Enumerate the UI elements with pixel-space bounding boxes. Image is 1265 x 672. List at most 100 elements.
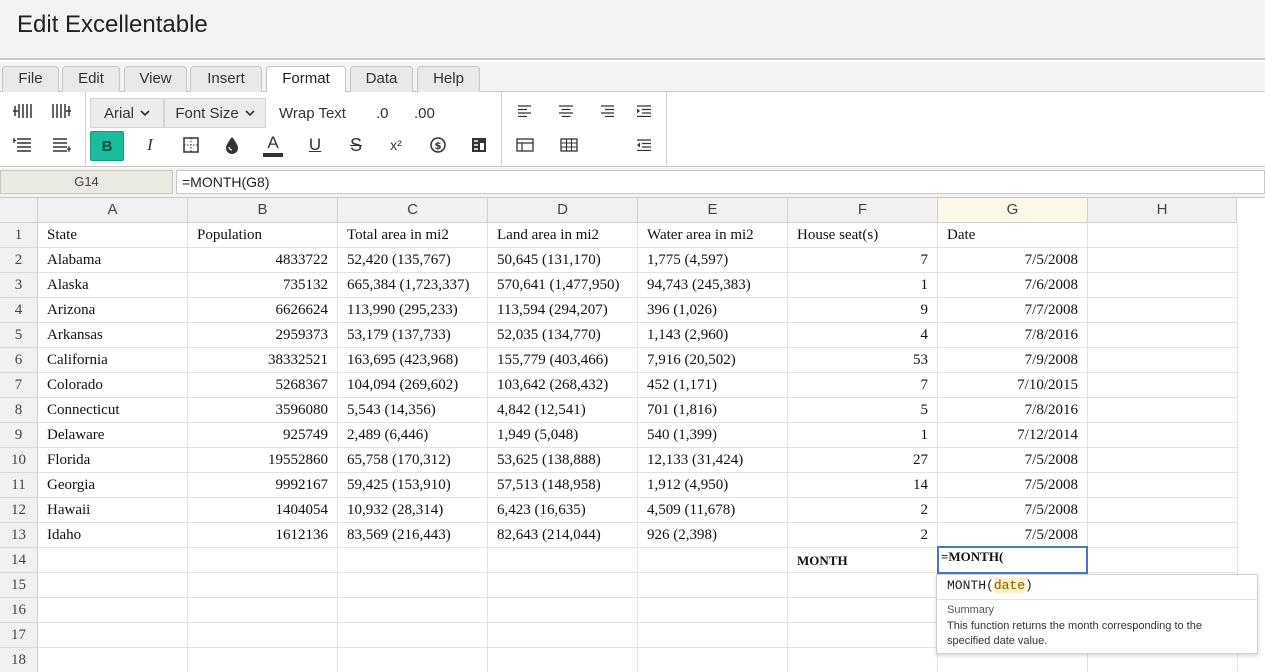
- table-cell[interactable]: [1088, 373, 1238, 398]
- table-cell[interactable]: [638, 598, 788, 623]
- indent-icon[interactable]: [627, 96, 661, 126]
- column-header-f[interactable]: F: [788, 198, 938, 223]
- insert-row-below-icon[interactable]: [44, 130, 78, 160]
- tab-file[interactable]: File: [2, 66, 59, 92]
- table-cell[interactable]: [188, 548, 338, 573]
- table-cell[interactable]: 14: [788, 473, 938, 498]
- column-header-b[interactable]: B: [188, 198, 338, 223]
- align-center-icon[interactable]: [549, 96, 583, 126]
- table-cell[interactable]: Idaho: [38, 523, 188, 548]
- table-cell[interactable]: 1,775 (4,597): [638, 248, 788, 273]
- table-cell[interactable]: [38, 598, 188, 623]
- table-cell[interactable]: [338, 573, 488, 598]
- text-color-button[interactable]: A: [256, 130, 290, 160]
- table-cell[interactable]: 9: [788, 298, 938, 323]
- table-cell[interactable]: Florida: [38, 448, 188, 473]
- table-cell[interactable]: 113,990 (295,233): [338, 298, 488, 323]
- table-cell[interactable]: 570,641 (1,477,950): [488, 273, 638, 298]
- table-cell[interactable]: 83,569 (216,443): [338, 523, 488, 548]
- table-cell[interactable]: MONTH: [788, 548, 938, 573]
- table-cell[interactable]: 7/10/2015: [938, 373, 1088, 398]
- strikethrough-button[interactable]: S: [339, 130, 373, 160]
- table-cell[interactable]: 7/5/2008: [938, 523, 1088, 548]
- table-cell[interactable]: Alabama: [38, 248, 188, 273]
- table-cell[interactable]: 82,643 (214,044): [488, 523, 638, 548]
- table-cell[interactable]: 2,489 (6,446): [338, 423, 488, 448]
- table-cell[interactable]: 104,094 (269,602): [338, 373, 488, 398]
- table-cell[interactable]: 19552860: [188, 448, 338, 473]
- font-family-dropdown[interactable]: Arial: [90, 98, 164, 128]
- table-cell[interactable]: [1088, 248, 1238, 273]
- table-cell[interactable]: [338, 548, 488, 573]
- table-cell[interactable]: 7/8/2016: [938, 398, 1088, 423]
- cell-editor[interactable]: =MONTH(: [937, 546, 1088, 574]
- table-cell[interactable]: California: [38, 348, 188, 373]
- table-cell[interactable]: 1: [788, 423, 938, 448]
- table-cell[interactable]: [1088, 423, 1238, 448]
- font-size-dropdown[interactable]: Font Size: [164, 98, 266, 128]
- row-header[interactable]: 8: [0, 398, 38, 423]
- table-cell[interactable]: 12,133 (31,424): [638, 448, 788, 473]
- row-header[interactable]: 6: [0, 348, 38, 373]
- table-cell[interactable]: 9992167: [188, 473, 338, 498]
- tab-edit[interactable]: Edit: [62, 66, 120, 92]
- tab-insert[interactable]: Insert: [190, 66, 262, 92]
- table-cell[interactable]: [638, 573, 788, 598]
- header-cell[interactable]: Population: [188, 223, 338, 248]
- table-cell[interactable]: [788, 623, 938, 648]
- row-header[interactable]: 17: [0, 623, 38, 648]
- table-cell[interactable]: 53,179 (137,733): [338, 323, 488, 348]
- header-cell[interactable]: Land area in mi2: [488, 223, 638, 248]
- table-cell[interactable]: 52,035 (134,770): [488, 323, 638, 348]
- table-cell[interactable]: Delaware: [38, 423, 188, 448]
- table-cell[interactable]: 52,420 (135,767): [338, 248, 488, 273]
- merge-cells-icon[interactable]: [508, 130, 542, 160]
- conditional-format-icon[interactable]: [462, 130, 496, 160]
- table-cell[interactable]: 163,695 (423,968): [338, 348, 488, 373]
- header-cell[interactable]: State: [38, 223, 188, 248]
- table-cell[interactable]: 7,916 (20,502): [638, 348, 788, 373]
- align-right-icon[interactable]: [590, 96, 624, 126]
- row-header[interactable]: 9: [0, 423, 38, 448]
- tab-view[interactable]: View: [124, 66, 187, 92]
- table-cell[interactable]: 7/5/2008: [938, 448, 1088, 473]
- table-cell[interactable]: 50,645 (131,170): [488, 248, 638, 273]
- table-cell[interactable]: [1088, 323, 1238, 348]
- table-cell[interactable]: [1088, 348, 1238, 373]
- row-header[interactable]: 18: [0, 648, 38, 672]
- superscript-button[interactable]: x²: [379, 130, 413, 160]
- column-header-h[interactable]: H: [1088, 198, 1237, 223]
- header-cell[interactable]: Date: [938, 223, 1088, 248]
- cell-reference-box[interactable]: G14: [0, 170, 173, 194]
- table-cell[interactable]: [488, 623, 638, 648]
- table-cell[interactable]: 4,509 (11,678): [638, 498, 788, 523]
- table-cell[interactable]: [188, 573, 338, 598]
- table-cell[interactable]: [488, 648, 638, 672]
- fill-color-icon[interactable]: [215, 130, 249, 160]
- table-cell[interactable]: [638, 623, 788, 648]
- table-cell[interactable]: [338, 623, 488, 648]
- decrease-decimal-button[interactable]: .0: [376, 98, 389, 128]
- row-header[interactable]: 16: [0, 598, 38, 623]
- table-cell[interactable]: [188, 598, 338, 623]
- row-header[interactable]: 11: [0, 473, 38, 498]
- grid-corner[interactable]: [0, 198, 38, 223]
- row-header[interactable]: 4: [0, 298, 38, 323]
- align-left-icon[interactable]: [508, 96, 542, 126]
- column-header-c[interactable]: C: [338, 198, 488, 223]
- table-cell[interactable]: 155,779 (403,466): [488, 348, 638, 373]
- outdent-icon[interactable]: [627, 130, 661, 160]
- table-cell[interactable]: [788, 598, 938, 623]
- table-cell[interactable]: Hawaii: [38, 498, 188, 523]
- table-cell[interactable]: Arizona: [38, 298, 188, 323]
- table-cell[interactable]: [1088, 298, 1238, 323]
- table-cell[interactable]: 4,842 (12,541): [488, 398, 638, 423]
- table-cell[interactable]: 7/6/2008: [938, 273, 1088, 298]
- table-cell[interactable]: 94,743 (245,383): [638, 273, 788, 298]
- row-header[interactable]: 1: [0, 223, 38, 248]
- column-header-e[interactable]: E: [638, 198, 788, 223]
- table-cell[interactable]: 4833722: [188, 248, 338, 273]
- table-cell[interactable]: [638, 648, 788, 672]
- table-cell[interactable]: 396 (1,026): [638, 298, 788, 323]
- table-cell[interactable]: Georgia: [38, 473, 188, 498]
